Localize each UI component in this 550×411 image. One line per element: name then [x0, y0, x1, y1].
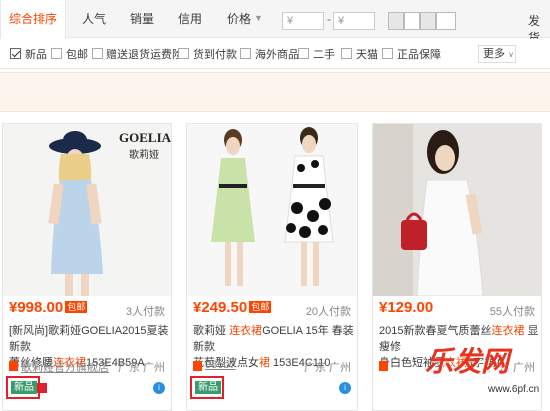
site-watermark: 乐发网 [425, 345, 510, 378]
shop-row: 歌莉娅官方旗舰店 广东 广州 [9, 358, 165, 374]
filter-secondhand-label: 二手 [313, 49, 335, 61]
filter-new-checkbox[interactable] [10, 48, 21, 59]
sort-credit[interactable]: 信用 [168, 0, 212, 38]
free-shipping-tag: 包邮 [249, 301, 272, 313]
price-range-dash: - [327, 12, 331, 26]
sort-sales[interactable]: 销量 [120, 0, 164, 38]
filter-cod-label: 货到付款 [193, 49, 237, 61]
filter-free-shipping-checkbox[interactable] [51, 48, 62, 59]
price-row: ¥249.50 包邮 20人付款 [187, 298, 357, 320]
product-price: ¥249.50 包邮 [193, 299, 272, 316]
product-card[interactable]: GOELIA 歌莉娅 ¥998.00 包邮 3人付款 [新风尚]歌莉娅GOELIA… [2, 123, 172, 411]
list-view-icon[interactable] [404, 12, 420, 30]
filter-return-insurance-checkbox[interactable] [92, 48, 103, 59]
site-watermark-url: www.6pf.cn [488, 384, 540, 395]
shop-icon [193, 361, 202, 371]
notice-banner [0, 72, 550, 112]
filter-free-shipping-label: 包邮 [66, 49, 88, 61]
filter-tmall-label: 天猫 [356, 49, 378, 61]
view-toggle-icon-2[interactable] [436, 12, 456, 30]
buyer-count: 20人付款 [305, 306, 351, 318]
buyer-count: 55人付款 [489, 306, 535, 318]
shop-name[interactable]: 歌莉娅官方旗舰店 [21, 359, 109, 375]
filter-overseas-checkbox[interactable] [240, 48, 251, 59]
price-min-input[interactable]: ¥ [282, 12, 324, 30]
price-row: ¥129.00 55人付款 [373, 298, 541, 320]
chevron-down-icon: ▼ [254, 13, 263, 23]
highlight-box [6, 376, 40, 399]
filter-secondhand-checkbox[interactable] [298, 48, 309, 59]
shop-icon [379, 361, 388, 371]
chevron-down-icon: ∨ [508, 50, 514, 59]
sort-bar: 综合排序 人气 销量 信用 价格 ▼ ¥ - ¥ 发货 [0, 0, 550, 45]
sort-comprehensive[interactable]: 综合排序 [0, 0, 66, 39]
brand-logo-cn: 歌莉娅 [129, 150, 159, 161]
product-image[interactable] [187, 124, 357, 296]
chat-icon[interactable]: i [339, 382, 351, 394]
product-image[interactable] [373, 124, 541, 296]
filter-overseas-label: 海外商品 [255, 49, 299, 61]
brand-logo: GOELIA [119, 130, 171, 145]
location: 广东 广州 [117, 362, 165, 374]
heart-icon[interactable] [37, 383, 47, 393]
filter-new-label: 新品 [25, 49, 47, 61]
shop-icon [9, 361, 18, 371]
sort-price[interactable]: 价格 [220, 0, 258, 38]
view-toggle-icon[interactable] [420, 12, 436, 30]
product-card[interactable]: ¥249.50 包邮 20人付款 歌莉娅 连衣裙GOELIA 15年 春装新款 花… [186, 123, 358, 411]
filter-bar: 新品 包邮 赠送退货运费险 货到付款 海外商品 二手 天猫 正品保障 [0, 39, 550, 69]
more-filters-button[interactable]: 更多 ∨ [478, 45, 516, 63]
filter-genuine-label: 正品保障 [397, 49, 441, 61]
product-image[interactable]: GOELIA 歌莉娅 [3, 124, 171, 296]
shop-name[interactable]: 086b7 [205, 359, 236, 371]
shop-row: 086b7 广东 广州 [193, 358, 351, 374]
highlight-box [190, 376, 224, 399]
location: 广东 广州 [303, 362, 351, 374]
free-shipping-tag: 包邮 [65, 301, 88, 313]
filter-return-insurance-label: 赠送退货运费险 [106, 49, 183, 61]
price-row: ¥998.00 包邮 3人付款 [3, 298, 171, 320]
product-price: ¥129.00 [379, 299, 434, 316]
filter-genuine-checkbox[interactable] [382, 48, 393, 59]
product-price: ¥998.00 包邮 [9, 299, 88, 316]
filter-tmall-checkbox[interactable] [341, 48, 352, 59]
grid-view-icon[interactable] [388, 12, 404, 30]
price-max-input[interactable]: ¥ [333, 12, 375, 30]
chat-icon[interactable]: i [153, 382, 165, 394]
sort-popularity[interactable]: 人气 [72, 0, 116, 38]
more-label: 更多 [483, 48, 505, 60]
buyer-count: 3人付款 [125, 306, 165, 318]
filter-cod-checkbox[interactable] [178, 48, 189, 59]
